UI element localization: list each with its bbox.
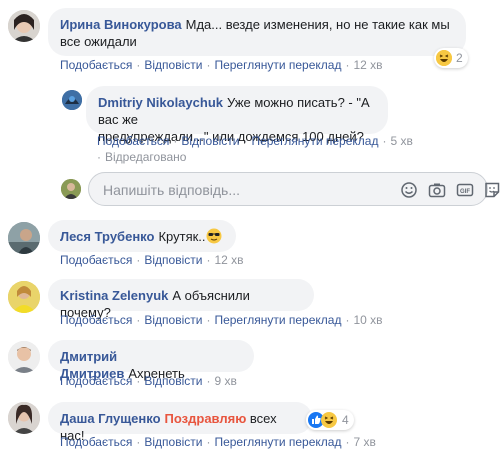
reactions-count: 2 xyxy=(456,51,463,65)
reactions-badge[interactable]: 2 xyxy=(434,48,468,68)
avatar[interactable] xyxy=(8,402,40,434)
haha-icon xyxy=(436,50,452,66)
timestamp[interactable]: 5 хв xyxy=(390,134,412,148)
comment-author[interactable]: Даша Глущенко xyxy=(60,411,161,426)
like-link[interactable]: Подобається xyxy=(60,374,132,388)
comment-text-cont: все ожидали xyxy=(60,34,137,49)
reactions-count: 4 xyxy=(342,413,349,427)
avatar[interactable] xyxy=(8,10,40,42)
comment-bubble: Дмитрий Дмитриев Ахренеть xyxy=(48,340,254,381)
comment-actions: Подобається · Відповісти · 9 хв xyxy=(60,374,237,388)
comment-author[interactable]: Dmitriy Nikolaychuk xyxy=(98,95,223,110)
comment-bubble: Dmitriy Nikolaychuk Уже можно писать? - "… xyxy=(86,86,388,144)
reply-link[interactable]: Відповісти xyxy=(144,58,202,72)
comment-author[interactable]: Леся Трубенко xyxy=(60,229,154,244)
like-link[interactable]: Подобається xyxy=(60,253,132,267)
reply-box: GIF xyxy=(88,172,500,206)
reply-link[interactable]: Відповісти xyxy=(144,313,202,327)
reactions-badge[interactable]: 4 xyxy=(306,410,354,430)
reply-link[interactable]: Відповісти xyxy=(144,435,202,449)
timestamp[interactable]: 12 хв xyxy=(214,253,243,267)
reply-input[interactable] xyxy=(101,179,335,201)
timestamp[interactable]: 9 хв xyxy=(214,374,236,388)
reply-link[interactable]: Відповісти xyxy=(144,253,202,267)
comment-actions: Подобається · Відповісти · Переглянути перек… xyxy=(60,435,376,449)
svg-text:GIF: GIF xyxy=(460,189,470,195)
current-user-avatar xyxy=(61,179,81,199)
comment-actions: Подобається · Відповісти · 12 хв xyxy=(60,253,244,267)
like-link[interactable]: Подобається xyxy=(60,313,132,327)
camera-icon[interactable] xyxy=(427,180,447,200)
comment-actions: Подобається · Відповісти · Переглянути перек… xyxy=(97,134,413,148)
reply-link[interactable]: Відповісти xyxy=(144,374,202,388)
reply-link[interactable]: Відповісти xyxy=(181,134,239,148)
comment-bubble: Ирина Винокурова Мда... везде изменения, … xyxy=(48,8,466,56)
haha-icon xyxy=(321,412,337,428)
timestamp[interactable]: 12 хв xyxy=(353,58,382,72)
timestamp[interactable]: 7 хв xyxy=(353,435,375,449)
comment-actions: Подобається · Відповісти · Переглянути перек… xyxy=(60,58,383,72)
comment-text: Мда... везде изменения, но не такие как … xyxy=(185,17,450,32)
highlighted-word: Поздравляю xyxy=(164,411,247,426)
like-link[interactable]: Подобається xyxy=(60,435,132,449)
comment-actions: Подобається · Відповісти · Переглянути перек… xyxy=(60,313,383,327)
edited-label[interactable]: · Відредаговано xyxy=(97,150,186,164)
gif-icon[interactable]: GIF xyxy=(455,180,475,200)
timestamp[interactable]: 10 хв xyxy=(353,313,382,327)
translate-link[interactable]: Переглянути переклад xyxy=(214,313,341,327)
emoji-icon[interactable] xyxy=(399,180,419,200)
sticker-icon[interactable] xyxy=(482,180,500,200)
translate-link[interactable]: Переглянути переклад xyxy=(214,58,341,72)
avatar[interactable] xyxy=(8,222,40,254)
comment-bubble: Леся Трубенко Крутяк.. xyxy=(48,220,236,252)
cool-emoji-icon xyxy=(206,228,222,244)
like-link[interactable]: Подобається xyxy=(97,134,169,148)
comment-author[interactable]: Kristina Zelenyuk xyxy=(60,288,168,303)
translate-link[interactable]: Переглянути переклад xyxy=(214,435,341,449)
avatar[interactable] xyxy=(8,341,40,373)
comment-bubble: Kristina Zelenyuk А объяснили почему? xyxy=(48,279,314,320)
translate-link[interactable]: Переглянути переклад xyxy=(251,134,378,148)
comment-bubble: Даша Глущенко Поздравляю всех нас! xyxy=(48,402,312,443)
avatar[interactable] xyxy=(8,281,40,313)
like-link[interactable]: Подобається xyxy=(60,58,132,72)
avatar[interactable] xyxy=(62,90,82,110)
comment-author[interactable]: Ирина Винокурова xyxy=(60,17,182,32)
comment-text: Крутяк.. xyxy=(158,229,206,244)
